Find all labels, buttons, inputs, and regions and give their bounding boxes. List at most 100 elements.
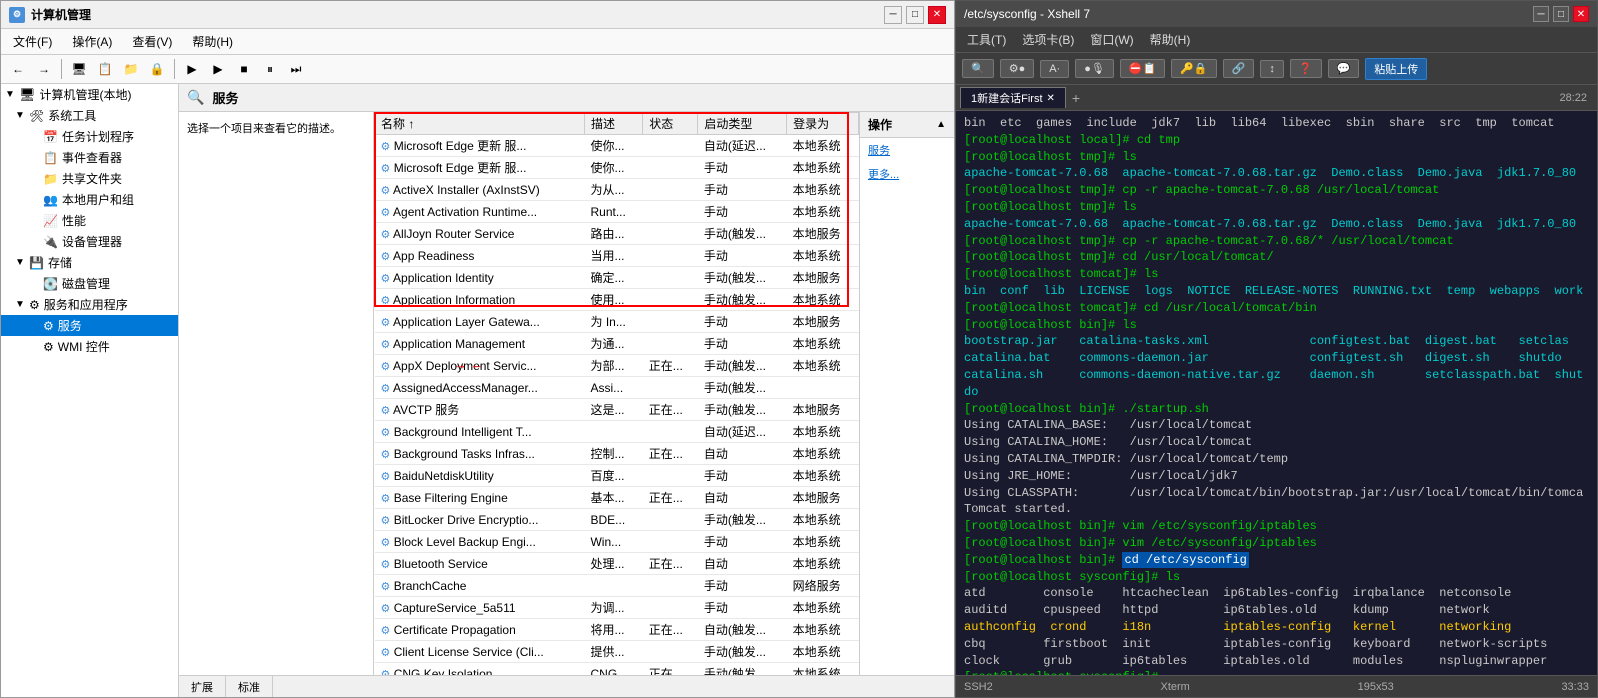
col-desc[interactable]: 描述 <box>584 113 642 135</box>
terminal-line: atd console htcacheclean ip6tables-confi… <box>964 585 1589 602</box>
svc-desc-cell: 百度... <box>584 465 642 487</box>
sidebar-local-users[interactable]: 👥 本地用户和组 <box>1 189 178 210</box>
clipboard-button[interactable]: 📋 <box>94 58 116 80</box>
table-row[interactable]: ⚙ Application Information 使用... 手动(触发...… <box>375 289 859 311</box>
xshell-tb-key[interactable]: 🔑🔒 <box>1171 59 1216 78</box>
xshell-tb-link[interactable]: 🔗 <box>1223 59 1255 78</box>
xshell-tb-question[interactable]: ❓ <box>1290 59 1322 78</box>
expand-icon: ▼ <box>15 257 25 268</box>
terminal-output[interactable]: bin etc games include jdk7 lib lib64 lib… <box>956 111 1597 675</box>
xshell-tb-stop[interactable]: ⛔📋 <box>1120 59 1165 78</box>
minimize-button[interactable]: ─ <box>884 6 902 24</box>
table-row[interactable]: ⚙ BitLocker Drive Encryptio... BDE... 手动… <box>375 509 859 531</box>
svc-name-cell: ⚙ Base Filtering Engine <box>375 487 585 509</box>
xshell-tab-first[interactable]: 1新建会话First ✕ <box>960 87 1066 108</box>
table-row[interactable]: ⚙ AllJoyn Router Service 路由... 手动(触发... … <box>375 223 859 245</box>
table-row[interactable]: ⚙ Certificate Propagation 将用... 正在... 自动… <box>375 619 859 641</box>
table-row[interactable]: ⚙ AssignedAccessManager... Assi... 手动(触发… <box>375 377 859 399</box>
folder-button[interactable]: 📁 <box>120 58 142 80</box>
table-row[interactable]: ⚙ AVCTP 服务 这是... 正在... 手动(触发... 本地服务 <box>375 399 859 421</box>
menu-help[interactable]: 帮助(H) <box>188 32 237 51</box>
sidebar-disk-management[interactable]: 💽 磁盘管理 <box>1 273 178 294</box>
table-row[interactable]: ⚙ Application Identity 确定... 手动(触发... 本地… <box>375 267 859 289</box>
sidebar-shared-folders[interactable]: 📁 共享文件夹 <box>1 168 178 189</box>
table-row[interactable]: ⚙ CaptureService_5a511 为调... 手动 本地系统 <box>375 597 859 619</box>
xshell-tabs: 1新建会话First ✕ + 28:22 <box>956 85 1597 111</box>
xshell-tb-rec[interactable]: ●🎙 <box>1075 59 1114 78</box>
table-row[interactable]: ⚙ Base Filtering Engine 基本... 正在... 自动 本… <box>375 487 859 509</box>
sidebar-performance[interactable]: 📈 性能 <box>1 210 178 231</box>
pause-button[interactable]: ⏸ <box>259 58 281 80</box>
xshell-maximize[interactable]: □ <box>1553 6 1569 22</box>
table-row[interactable]: ⚙ Application Management 为通... 手动 本地系统 <box>375 333 859 355</box>
sidebar-device-manager[interactable]: 🔌 设备管理器 <box>1 231 178 252</box>
xshell-tb-chat[interactable]: 💬 <box>1328 59 1360 78</box>
sidebar-task-scheduler[interactable]: 📅 任务计划程序 <box>1 126 178 147</box>
xshell-upload-button[interactable]: 粘贴上传 <box>1365 58 1427 80</box>
table-row[interactable]: ⚙ AppX Deployment Servic... 为部... 正在... … <box>375 355 859 377</box>
table-row[interactable]: ⚙ Application Layer Gatewa... 为 In... 手动… <box>375 311 859 333</box>
close-button[interactable]: ✕ <box>928 6 946 24</box>
computer-button[interactable]: 🖥 <box>68 58 90 80</box>
description-text: 选择一个项目来查看它的描述。 <box>187 123 341 135</box>
xshell-menu-tools[interactable]: 工具(T) <box>964 30 1009 49</box>
xshell-title-controls: ─ □ ✕ <box>1533 6 1589 22</box>
play2-button[interactable]: ▶ <box>207 58 229 80</box>
menu-action[interactable]: 操作(A) <box>68 32 116 51</box>
stop-button[interactable]: ■ <box>233 58 255 80</box>
table-row[interactable]: ⚙ App Readiness 当用... 手动 本地系统 <box>375 245 859 267</box>
table-row[interactable]: ⚙ Microsoft Edge 更新 服... 使你... 手动 本地系统 <box>375 157 859 179</box>
xshell-tb-search[interactable]: 🔍 <box>962 59 994 78</box>
table-row[interactable]: ⚙ Microsoft Edge 更新 服... 使你... 自动(延迟... … <box>375 135 859 157</box>
svc-name-cell: ⚙ Application Information <box>375 289 585 311</box>
table-row[interactable]: ⚙ Agent Activation Runtime... Runt... 手动… <box>375 201 859 223</box>
table-row[interactable]: ⚙ BranchCache 手动 网络服务 <box>375 575 859 597</box>
svc-desc-cell: 为通... <box>584 333 642 355</box>
forward-button[interactable]: → <box>33 58 55 80</box>
terminal-line: Using CATALINA_HOME: /usr/local/tomcat <box>964 434 1589 451</box>
back-button[interactable]: ← <box>7 58 29 80</box>
table-row[interactable]: ⚙ Background Intelligent T... 自动(延迟... 本… <box>375 421 859 443</box>
menu-file[interactable]: 文件(F) <box>9 32 56 51</box>
tree-root[interactable]: ▼ 🖥 计算机管理(本地) <box>1 84 178 105</box>
lock-button[interactable]: 🔒 <box>146 58 168 80</box>
table-row[interactable]: ⚙ Client License Service (Cli... 提供... 手… <box>375 641 859 663</box>
table-row[interactable]: ⚙ Block Level Backup Engi... Win... 手动 本… <box>375 531 859 553</box>
svc-login-cell <box>787 377 859 399</box>
xshell-menu-window[interactable]: 窗口(W) <box>1087 30 1136 49</box>
col-login[interactable]: 登录为 <box>787 113 859 135</box>
col-startup[interactable]: 启动类型 <box>698 113 787 135</box>
sidebar-services[interactable]: ⚙ 服务 <box>1 315 178 336</box>
xshell-tab-close-icon[interactable]: ✕ <box>1047 93 1055 104</box>
ops-services[interactable]: 服务 <box>860 138 954 162</box>
xshell-menu-help[interactable]: 帮助(H) <box>1147 30 1194 49</box>
storage-icon: 💾 <box>29 256 44 270</box>
table-row[interactable]: ⚙ BaiduNetdiskUtility 百度... 手动 本地系统 <box>375 465 859 487</box>
table-row[interactable]: ⚙ Bluetooth Service 处理... 正在... 自动 本地系统 <box>375 553 859 575</box>
menu-view[interactable]: 查看(V) <box>128 32 176 51</box>
sidebar-storage[interactable]: ▼ 💾 存储 <box>1 252 178 273</box>
xshell-tab-add[interactable]: + <box>1066 88 1086 108</box>
sidebar-event-viewer[interactable]: 📋 事件查看器 <box>1 147 178 168</box>
sidebar-services-apps[interactable]: ▼ ⚙ 服务和应用程序 <box>1 294 178 315</box>
col-name[interactable]: 名称 ↑ <box>375 113 585 135</box>
status-tab-standard[interactable]: 标准 <box>226 676 273 697</box>
xshell-close[interactable]: ✕ <box>1573 6 1589 22</box>
sidebar-wmi[interactable]: ⚙ WMI 控件 <box>1 336 178 357</box>
status-tab-extended[interactable]: 扩展 <box>179 676 226 697</box>
xshell-tb-compose[interactable]: ⚙● <box>1000 59 1035 78</box>
ops-more[interactable]: 更多... <box>860 162 954 186</box>
play-button[interactable]: ▶ <box>181 58 203 80</box>
skip-button[interactable]: ⏭ <box>285 58 307 80</box>
table-row[interactable]: ⚙ ActiveX Installer (AxInstSV) 为从... 手动 … <box>375 179 859 201</box>
xshell-minimize[interactable]: ─ <box>1533 6 1549 22</box>
xshell-tb-a[interactable]: A· <box>1040 60 1069 78</box>
xshell-tb-arrow[interactable]: ↕ <box>1260 60 1284 78</box>
sidebar-system-tools[interactable]: ▼ 🛠 系统工具 <box>1 105 178 126</box>
table-row[interactable]: ⚙ Background Tasks Infras... 控制... 正在...… <box>375 443 859 465</box>
table-container: → ← 名称 ↑ 描述 状态 启动类型 登录为 <box>374 112 859 675</box>
table-row[interactable]: ⚙ CNG Key Isolation CNG... 正在... 手动(触发..… <box>375 663 859 676</box>
col-status[interactable]: 状态 <box>643 113 698 135</box>
maximize-button[interactable]: □ <box>906 6 924 24</box>
xshell-menu-tab[interactable]: 选项卡(B) <box>1019 30 1077 49</box>
